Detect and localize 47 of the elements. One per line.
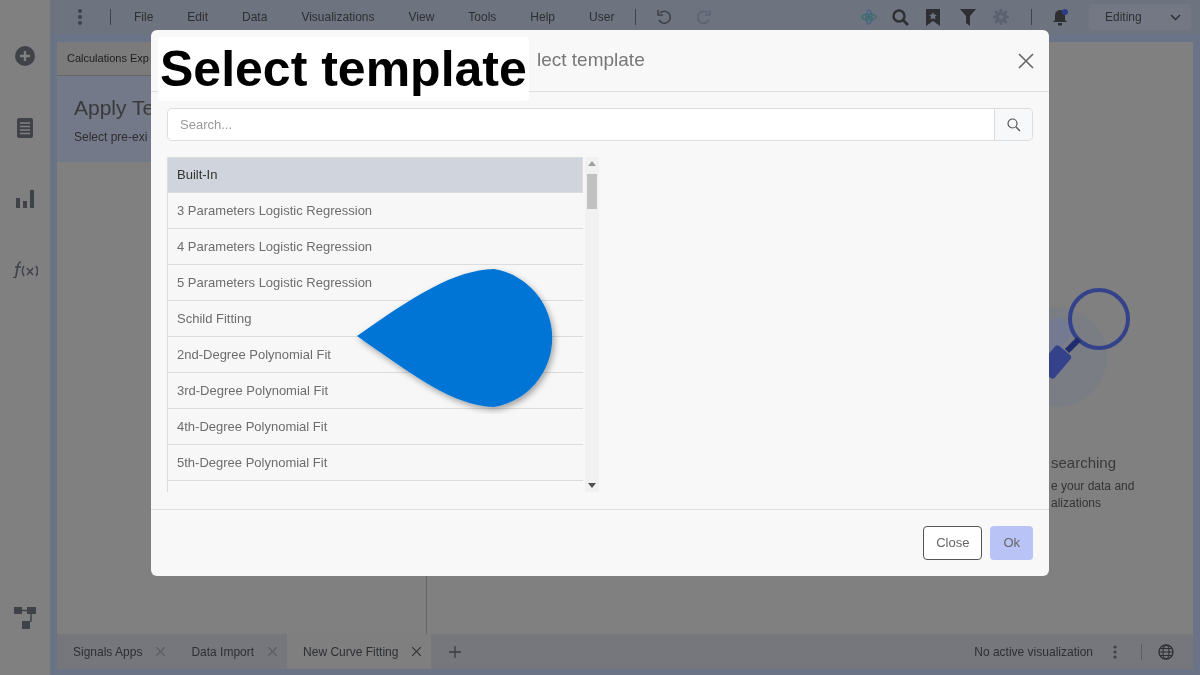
close-icon[interactable] bbox=[1018, 52, 1034, 69]
menu-item[interactable]: File bbox=[117, 8, 171, 26]
add-icon[interactable] bbox=[15, 46, 35, 66]
search-button[interactable] bbox=[995, 108, 1033, 141]
tab[interactable]: New Curve Fitting bbox=[287, 634, 432, 669]
scroll-up-icon[interactable] bbox=[588, 161, 596, 166]
more-icon[interactable] bbox=[78, 9, 82, 25]
dialog-title: lect template bbox=[537, 48, 645, 73]
search-icon bbox=[1006, 117, 1021, 132]
menu-item[interactable]: Help bbox=[513, 8, 573, 26]
close-button[interactable]: Close bbox=[923, 526, 983, 560]
scroll-down-icon[interactable] bbox=[588, 483, 596, 488]
panel-tab[interactable]: Calculations Exp bbox=[67, 50, 149, 67]
menu-item[interactable]: User bbox=[572, 8, 632, 26]
menu-item[interactable]: View bbox=[391, 8, 452, 26]
function-icon[interactable] bbox=[12, 260, 38, 278]
list-item[interactable]: Built-In bbox=[168, 157, 583, 193]
empty-state-text: alizations bbox=[1051, 494, 1103, 512]
empty-state-text: e your data and bbox=[1051, 477, 1135, 495]
search-field[interactable]: Search... bbox=[167, 108, 995, 141]
menu-item[interactable]: Tools bbox=[451, 8, 514, 26]
annotation-label: Select template bbox=[158, 37, 529, 101]
scrollbar-thumb[interactable] bbox=[587, 174, 597, 209]
chevron-down-icon bbox=[1170, 13, 1181, 21]
menu-item[interactable]: Visualizations bbox=[284, 8, 392, 26]
globe-icon[interactable] bbox=[1158, 643, 1174, 660]
undo-icon[interactable] bbox=[656, 9, 673, 25]
add-tab-icon[interactable] bbox=[449, 645, 462, 658]
menu-item[interactable]: Data bbox=[225, 8, 285, 26]
tab[interactable]: Signals Apps bbox=[57, 634, 176, 669]
notification-bell-icon[interactable] bbox=[1052, 8, 1068, 26]
document-icon[interactable] bbox=[17, 118, 33, 138]
ok-button[interactable]: Ok bbox=[990, 526, 1033, 560]
empty-state-title: searching bbox=[1051, 453, 1118, 473]
close-icon[interactable] bbox=[412, 647, 422, 656]
hierarchy-icon[interactable] bbox=[14, 607, 36, 629]
mode-dropdown[interactable]: Editing bbox=[1089, 4, 1191, 30]
panel-subtitle: Select pre-exi bbox=[74, 128, 149, 146]
bookmark-star-icon[interactable] bbox=[926, 8, 940, 26]
scrollbar[interactable] bbox=[585, 157, 599, 492]
bar-chart-icon[interactable] bbox=[16, 190, 34, 208]
more-icon[interactable] bbox=[1113, 644, 1117, 659]
menu-item[interactable]: Edit bbox=[170, 8, 226, 26]
filter-icon[interactable] bbox=[960, 8, 976, 26]
status-text: No active visualization bbox=[974, 643, 1093, 661]
search-icon[interactable] bbox=[892, 8, 909, 26]
tab[interactable]: Data Import bbox=[175, 634, 288, 669]
